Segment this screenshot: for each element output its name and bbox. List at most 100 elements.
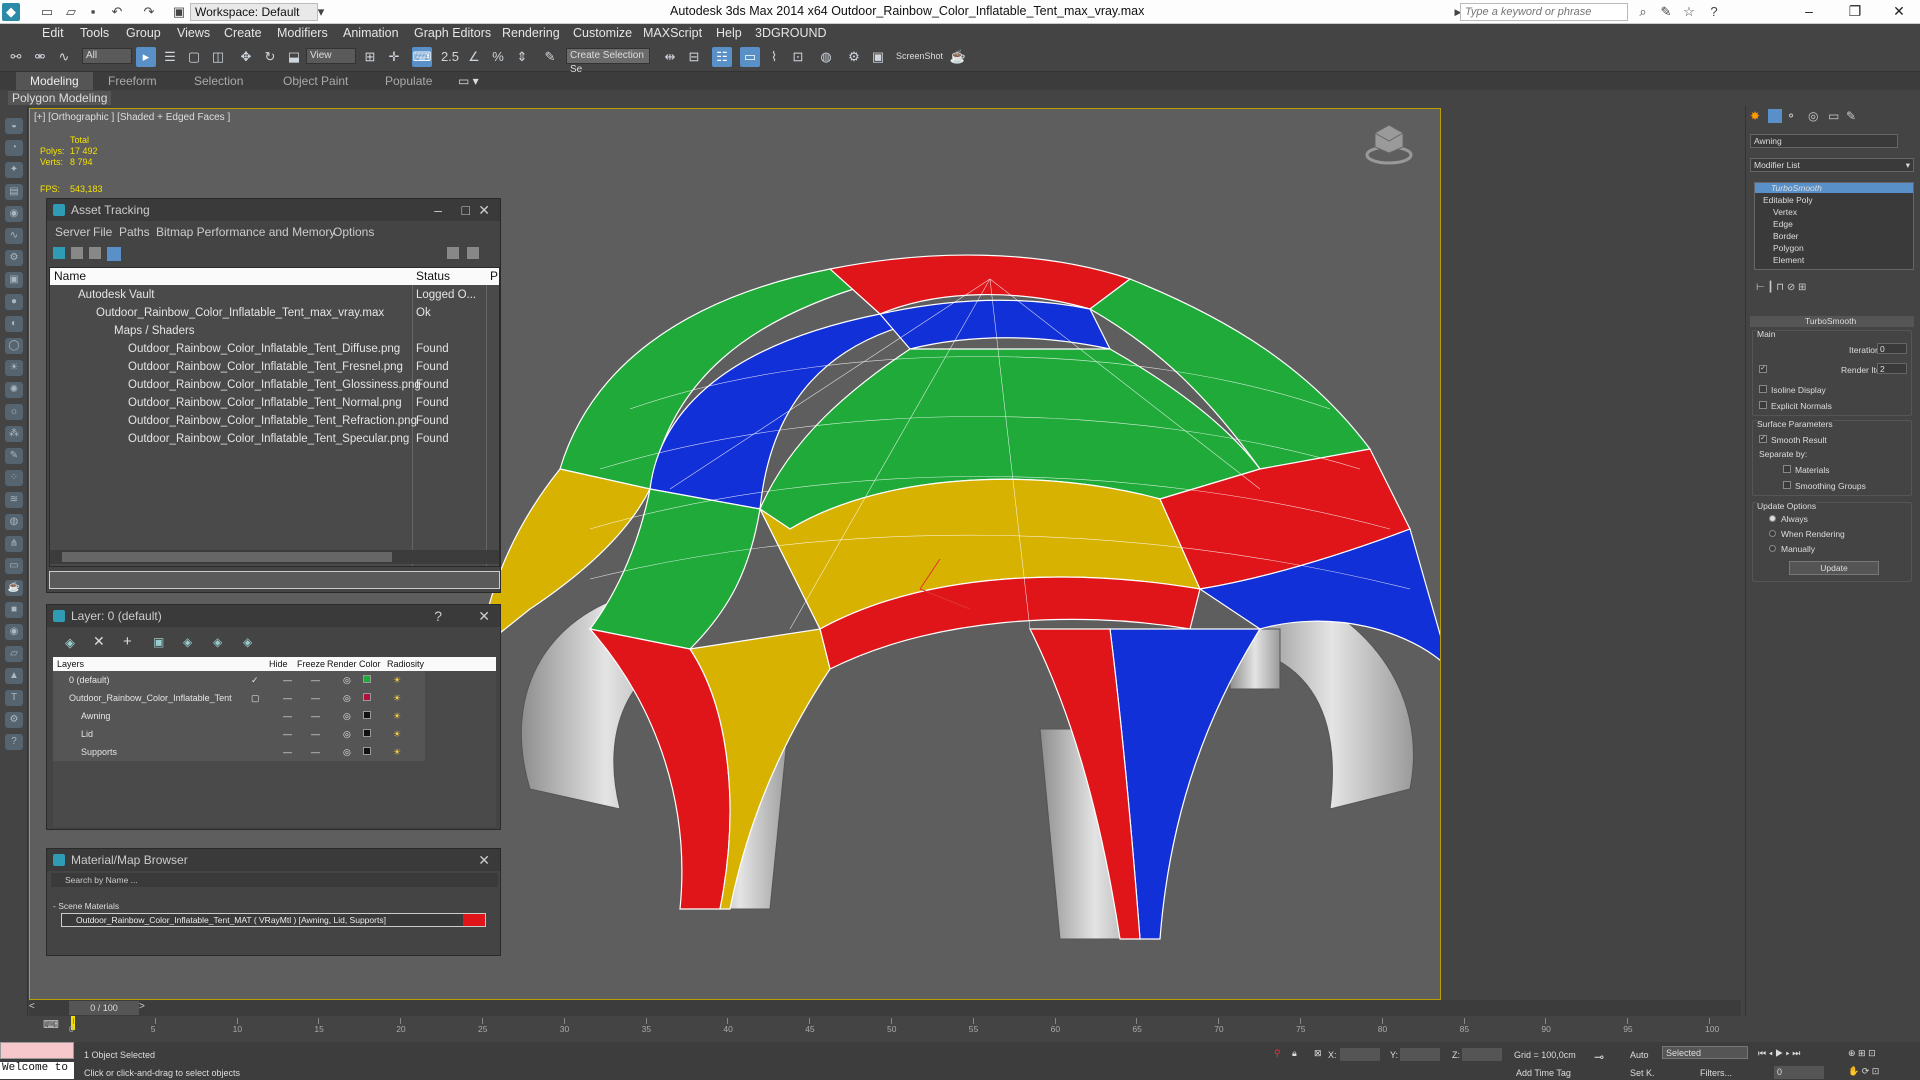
x-field[interactable] (1340, 1048, 1380, 1061)
pin-icon[interactable]: ⚲ (1274, 1048, 1281, 1059)
teapot-render-icon[interactable]: ☕ (948, 47, 968, 67)
menu-edit[interactable]: Edit (42, 26, 64, 40)
tab-polygon-modeling[interactable]: Polygon Modeling (8, 91, 112, 105)
tree-view-icon[interactable] (89, 247, 101, 259)
menu-create[interactable]: Create (224, 26, 262, 40)
hierarchy-tab-icon[interactable]: ⚬ (1786, 109, 1796, 123)
stack-element[interactable]: Element (1773, 255, 1804, 265)
time-slider-thumb[interactable]: 0 / 100 (69, 1001, 139, 1015)
turbosmooth-rollout-header[interactable]: TurboSmooth (1750, 316, 1914, 327)
new-file-icon[interactable]: ▭ (38, 3, 56, 21)
key-filter-dropdown[interactable]: Selected (1662, 1046, 1748, 1059)
y-field[interactable] (1400, 1048, 1440, 1061)
workspace-dropdown[interactable]: Workspace: Default (190, 3, 318, 21)
layer-color-swatch[interactable] (363, 675, 371, 683)
spacewarps-icon[interactable]: ∿ (5, 228, 23, 244)
create-geometry-icon[interactable]: ◒ (5, 118, 23, 134)
tab-object-paint[interactable]: Object Paint (283, 74, 348, 88)
gear-icon[interactable]: ⚙ (5, 712, 23, 728)
hair-icon[interactable]: ≋ (5, 492, 23, 508)
freeze-all-icon[interactable]: ◈ (243, 635, 252, 649)
link-icon[interactable]: ⚯ (6, 47, 26, 67)
current-frame-field[interactable]: 0 (1774, 1066, 1824, 1079)
modify-tab-icon[interactable] (1768, 109, 1782, 123)
explicit-normals-checkbox[interactable] (1759, 401, 1767, 409)
iterations-spinner[interactable]: 0 (1877, 343, 1907, 354)
motion-tab-icon[interactable]: ◎ (1808, 109, 1818, 123)
keyboard-shortcut-icon[interactable]: ⌨ (412, 47, 432, 67)
pin-stack-icon[interactable]: ⊢ ┃ ⊓ ⊘ ⊞ (1756, 282, 1806, 293)
settings-panel-icon[interactable] (467, 247, 479, 259)
always-radio[interactable] (1769, 515, 1776, 522)
zoom-controls[interactable]: ⊕ ⊞ ⊡ (1848, 1048, 1876, 1059)
angle-snap-icon[interactable]: ∠ (464, 47, 484, 67)
new-layer-icon[interactable]: ◈ (65, 635, 75, 651)
render-iters-spinner[interactable]: 2 (1877, 363, 1907, 374)
ribbon-options-icon[interactable]: ▭ ▾ (458, 74, 479, 88)
help-panel-icon[interactable] (447, 247, 459, 259)
edit-named-sel-icon[interactable]: ✎ (540, 47, 560, 67)
tab-modeling[interactable]: Modeling (16, 72, 93, 90)
snaps-toggle-icon[interactable]: 2.5 (440, 47, 460, 67)
particles-icon[interactable]: ⁂ (5, 426, 23, 442)
auto-key-button[interactable]: Auto (1630, 1050, 1649, 1060)
layer-color-swatch[interactable] (363, 711, 371, 719)
menu-customize[interactable]: Customize (573, 26, 632, 40)
playback-controls[interactable]: ⏮ ◂ ▶ ▸ ⏭ (1758, 1048, 1800, 1059)
world-icon[interactable]: ◉ (5, 624, 23, 640)
screenshot-label[interactable]: ScreenShot (896, 51, 943, 61)
when-rendering-radio[interactable] (1769, 530, 1776, 537)
update-button[interactable]: Update (1789, 561, 1879, 575)
col-name[interactable]: Name (54, 269, 86, 283)
create-tab-icon[interactable]: ✸ (1750, 109, 1760, 123)
abs-mode-icon[interactable]: ⊠ (1314, 1048, 1322, 1059)
material-editor-icon[interactable]: ◍ (816, 47, 836, 67)
rect-selection-icon[interactable]: ▢ (184, 47, 204, 67)
key-icon[interactable]: ⊸ (1594, 1050, 1604, 1064)
isoline-checkbox[interactable] (1759, 385, 1767, 393)
unlink-icon[interactable]: ⚮ (30, 47, 50, 67)
menu-rendering[interactable]: Rendering (502, 26, 560, 40)
paint-icon[interactable]: ✎ (5, 448, 23, 464)
scatter-icon[interactable]: ⁘ (5, 470, 23, 486)
text-tool-icon[interactable]: T (5, 690, 23, 706)
selection-filter-dropdown[interactable]: All (82, 48, 132, 64)
prev-frame-icon[interactable]: < (29, 1001, 43, 1015)
close-window-icon[interactable]: ✕ (1876, 0, 1920, 24)
create-camera-icon[interactable]: ▤ (5, 184, 23, 200)
layer-help-icon[interactable]: ? (434, 605, 442, 627)
create-shape-icon[interactable]: ◔ (5, 140, 23, 156)
box-icon[interactable]: ■ (5, 602, 23, 618)
col-p[interactable]: P (490, 269, 498, 283)
menu-modifiers[interactable]: Modifiers (277, 26, 328, 40)
stack-editable-poly[interactable]: Editable Poly (1763, 195, 1813, 205)
teapot-icon[interactable]: ☕ (5, 580, 23, 596)
stack-turbosmooth[interactable]: TurboSmooth (1771, 183, 1822, 193)
table-view-icon[interactable] (107, 247, 121, 261)
set-key-button[interactable]: Set K. (1630, 1068, 1655, 1078)
col-status[interactable]: Status (416, 269, 450, 283)
key-filters-button[interactable]: Filters... (1700, 1068, 1732, 1078)
select-manipulate-icon[interactable]: ✛ (384, 47, 404, 67)
star-icon[interactable]: ☆ (1680, 3, 1698, 21)
asset-menu-server[interactable]: Server (55, 225, 90, 239)
torus-tool-icon[interactable]: ◯ (5, 338, 23, 354)
info-icon[interactable]: ? (5, 734, 23, 750)
stack-polygon[interactable]: Polygon (1773, 243, 1804, 253)
next-frame-icon[interactable]: > (139, 1001, 153, 1015)
sun-light-icon[interactable]: ☼ (5, 404, 23, 420)
minimize-panel-icon[interactable]: – (434, 199, 442, 221)
pivot-center-icon[interactable]: ⊞ (360, 47, 380, 67)
object-name-field[interactable]: Awning (1750, 134, 1898, 148)
plane-icon[interactable]: ▱ (5, 646, 23, 662)
globe-icon[interactable]: ◍ (5, 514, 23, 530)
smooth-result-checkbox[interactable]: ✓ (1759, 435, 1767, 443)
asset-menu-options[interactable]: Options (333, 225, 374, 239)
cylinder-tool-icon[interactable]: ◐ (5, 316, 23, 332)
layer-manager-icon[interactable]: ☷ (712, 47, 732, 67)
material-search-input[interactable]: Search by Name ... (51, 873, 498, 887)
maximize-panel-icon[interactable]: □ (462, 199, 470, 221)
stack-border[interactable]: Border (1773, 231, 1799, 241)
highlight-layer-icon[interactable]: ◈ (183, 635, 192, 649)
delete-layer-icon[interactable]: ✕ (93, 633, 105, 650)
